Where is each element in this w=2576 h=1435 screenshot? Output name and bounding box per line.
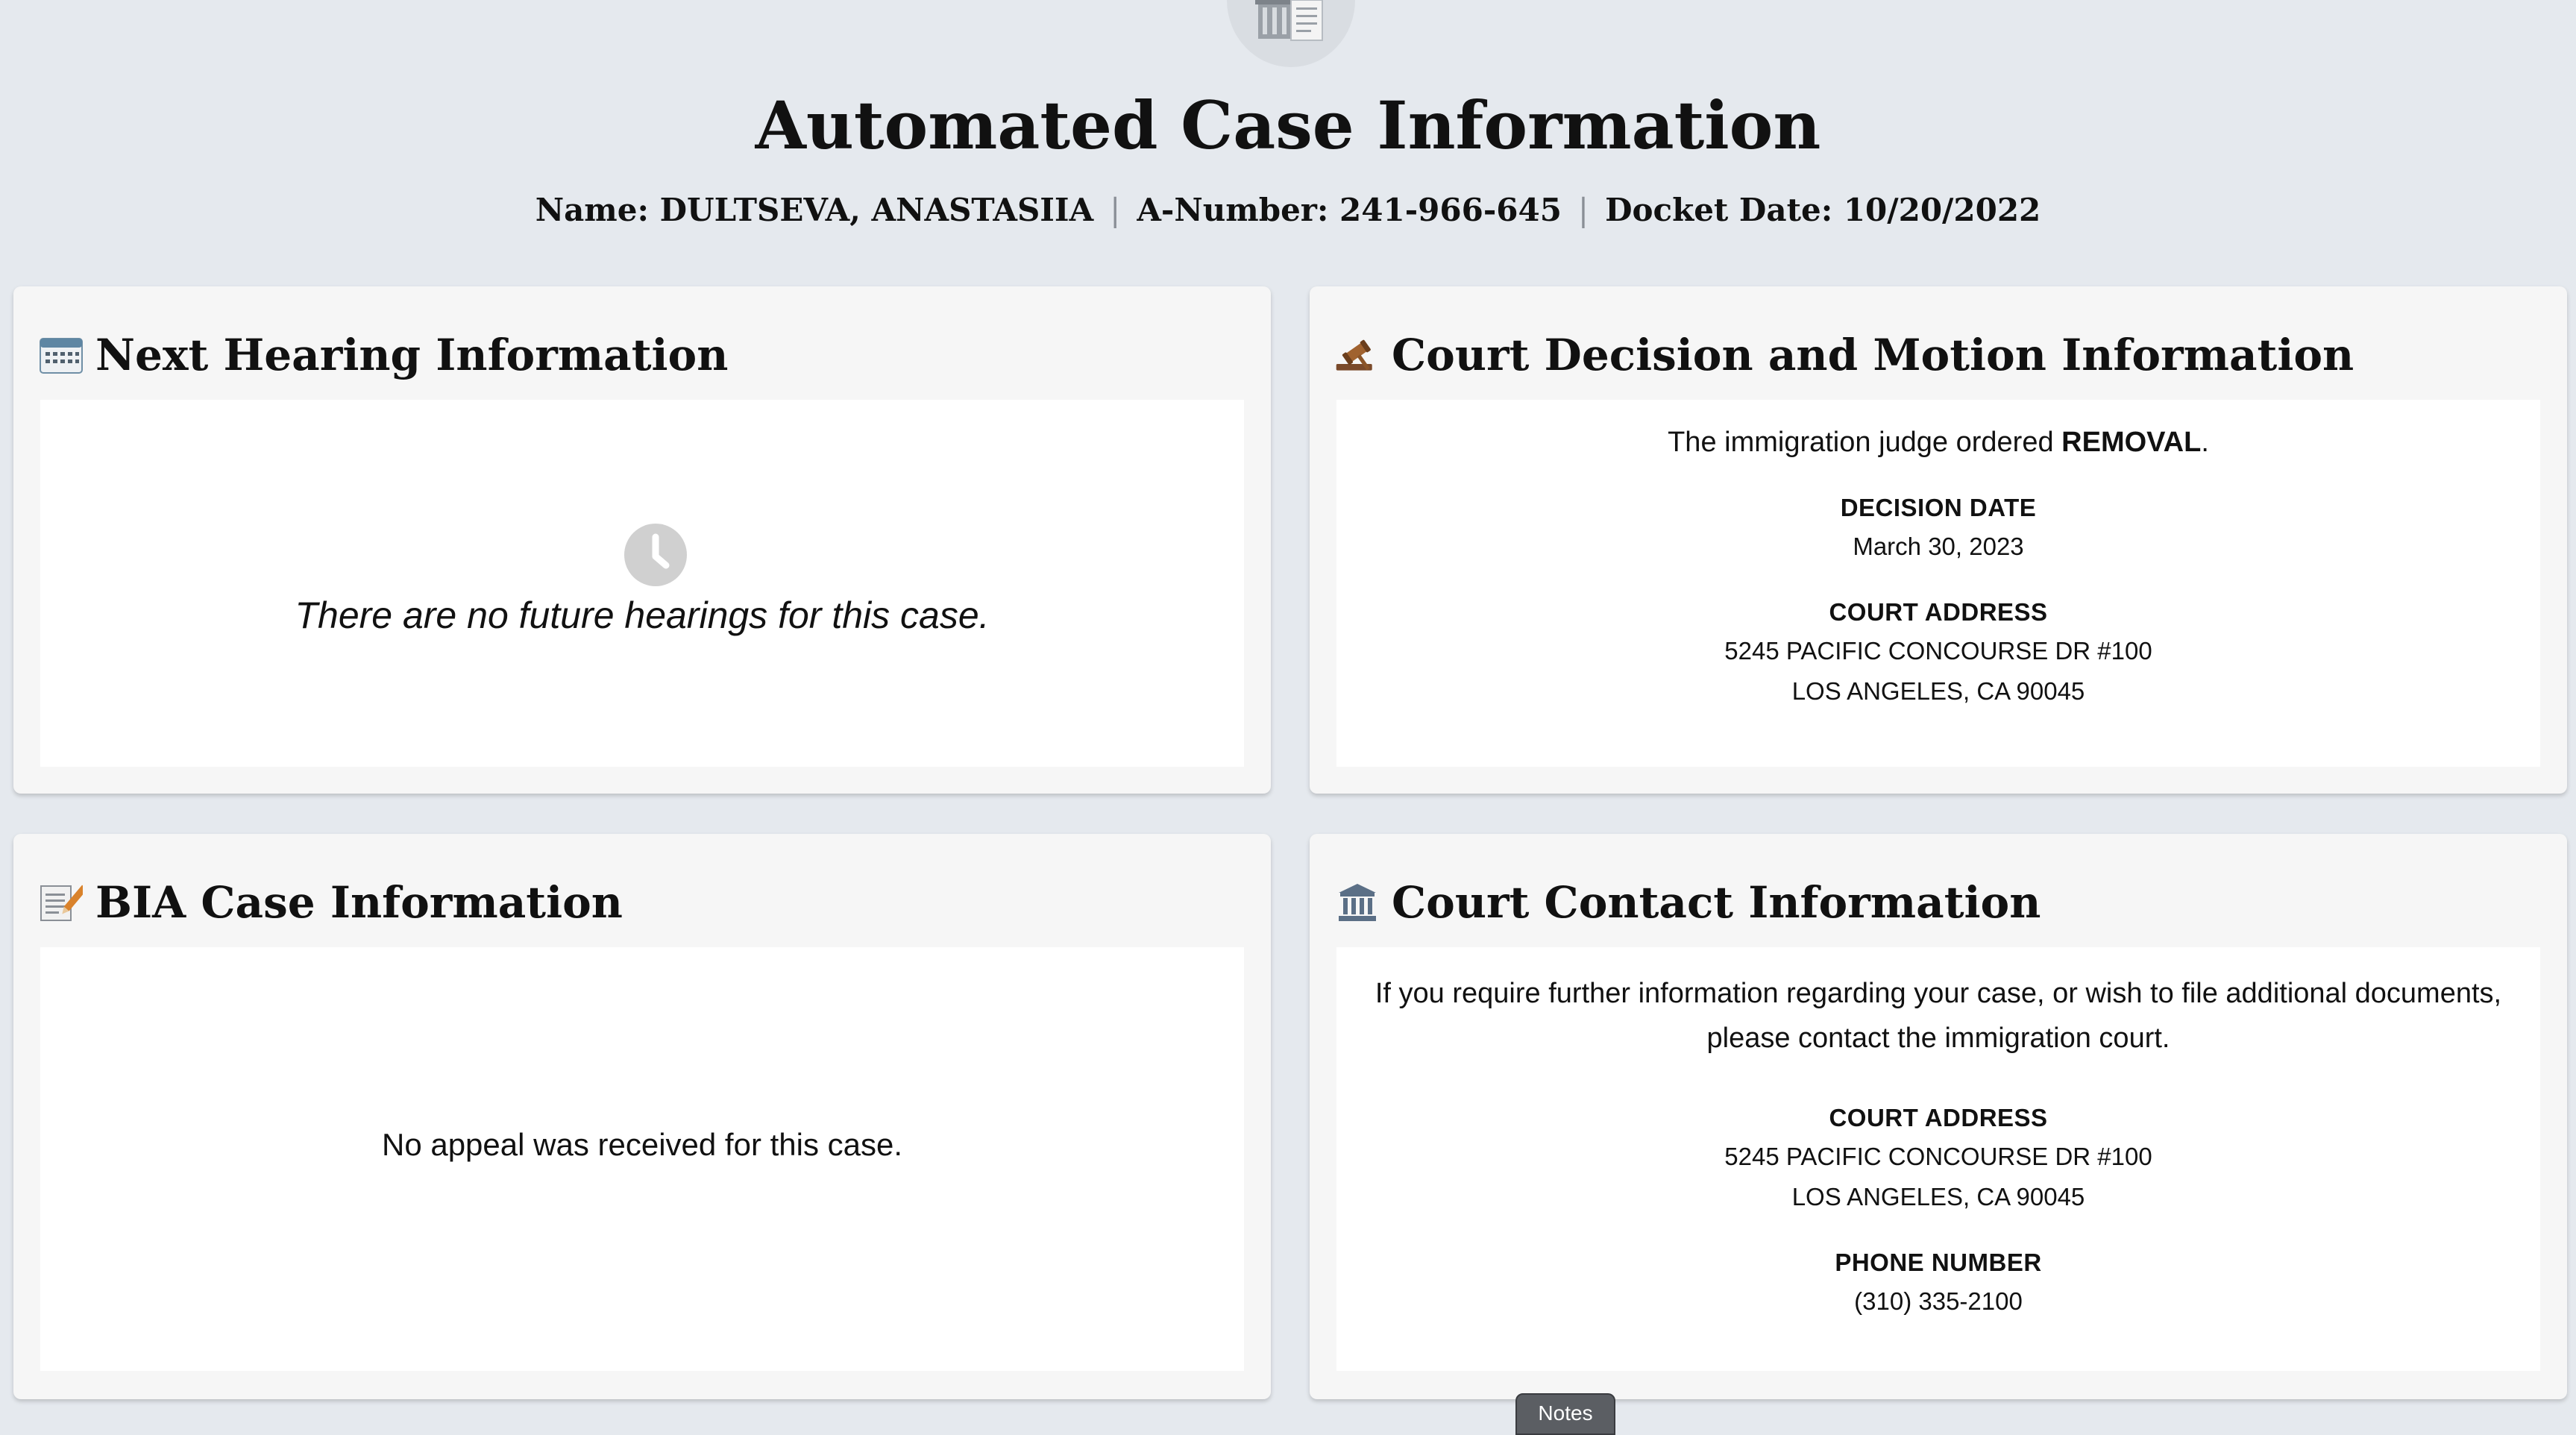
contact-address-line2: LOS ANGELES, CA 90045 — [1791, 1183, 2085, 1211]
court-decision-card: Court Decision and Motion Information Th… — [1310, 286, 2567, 794]
no-hearings-message: There are no future hearings for this ca… — [295, 594, 990, 636]
court-address-label: COURT ADDRESS — [1829, 598, 2048, 626]
decision-statement: The immigration judge ordered REMOVAL. — [1336, 421, 2540, 464]
court-contact-card: Court Contact Information If you require… — [1310, 834, 2567, 1399]
bia-case-card: BIA Case Information No appeal was recei… — [13, 834, 1271, 1399]
no-appeal-message: No appeal was received for this case. — [381, 1127, 903, 1162]
court-contact-header: Court Contact Information — [1335, 873, 2041, 932]
decision-date-label: DECISION DATE — [1840, 494, 2037, 521]
court-address-line1: 5245 PACIFIC CONCOURSE DR #100 — [1724, 637, 2152, 665]
bia-case-title: BIA Case Information — [95, 877, 623, 928]
court-contact-title: Court Contact Information — [1392, 877, 2041, 928]
court-decision-header: Court Decision and Motion Information — [1335, 325, 2354, 385]
applicant-name: Name: DULTSEVA, ANASTASIIA — [535, 192, 1094, 228]
bia-case-panel: No appeal was received for this case. — [40, 947, 1244, 1371]
case-meta: Name: DULTSEVA, ANASTASIIA | A-Number: 241… — [0, 188, 2576, 233]
separator: | — [1110, 192, 1121, 228]
notes-tab-button[interactable]: Notes — [1515, 1393, 1615, 1435]
memo-icon — [39, 880, 84, 925]
next-hearing-title: Next Hearing Information — [95, 330, 729, 380]
decision-statement-end: . — [2201, 427, 2209, 458]
next-hearing-panel: There are no future hearings for this ca… — [40, 400, 1244, 767]
contact-court-address-label: COURT ADDRESS — [1829, 1104, 2048, 1131]
court-decision-title: Court Decision and Motion Information — [1392, 330, 2354, 380]
next-hearing-header: Next Hearing Information — [39, 325, 728, 385]
court-contact-panel: If you require further information regar… — [1336, 947, 2540, 1371]
decision-outcome: REMOVAL — [2061, 427, 2202, 458]
court-address-line2: LOS ANGELES, CA 90045 — [1791, 677, 2085, 705]
court-document-icon — [1227, 0, 1355, 67]
court-decision-panel: The immigration judge ordered REMOVAL. D… — [1336, 400, 2540, 767]
separator: | — [1577, 192, 1589, 228]
calendar-icon — [39, 333, 84, 377]
contact-intro-line2: please contact the immigration court. — [1706, 1023, 2170, 1054]
page-title: Automated Case Information — [755, 87, 1821, 164]
phone-number-label: PHONE NUMBER — [1835, 1249, 2042, 1276]
next-hearing-card: Next Hearing Information There are no fu… — [13, 286, 1271, 794]
phone-number: (310) 335-2100 — [1854, 1287, 2023, 1315]
contact-address-line1: 5245 PACIFIC CONCOURSE DR #100 — [1724, 1143, 2152, 1170]
contact-intro-line1: If you require further information regar… — [1375, 978, 2502, 1009]
decision-statement-text: The immigration judge ordered — [1668, 427, 2062, 458]
docket-date: Docket Date: 10/20/2022 — [1605, 192, 2041, 228]
gavel-icon — [1335, 333, 1380, 377]
clock-icon — [624, 524, 687, 586]
decision-date: March 30, 2023 — [1853, 533, 2024, 560]
courthouse-icon — [1335, 880, 1380, 925]
bia-case-header: BIA Case Information — [39, 873, 623, 932]
a-number: A-Number: 241-966-645 — [1137, 192, 1562, 228]
